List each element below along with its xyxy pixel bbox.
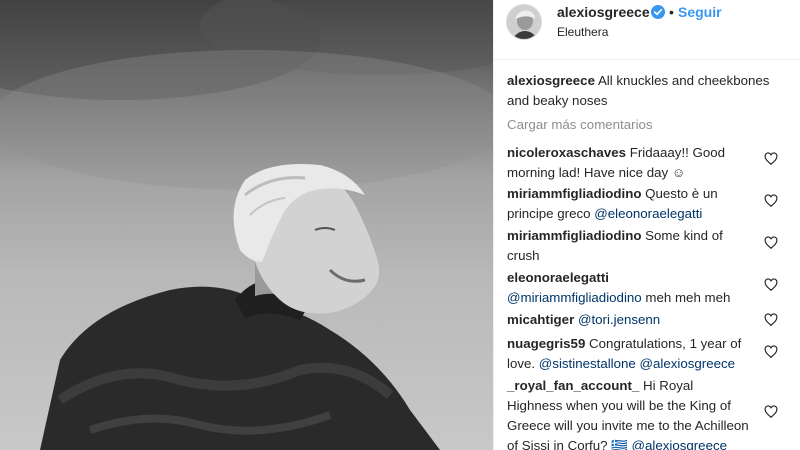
comment-item: eleonoraelegatti @miriammfigliadiodino m… xyxy=(507,268,752,308)
author-username[interactable]: alexiosgreece xyxy=(557,4,650,20)
comment-item: miriammfigliadiodino Some kind of crush xyxy=(507,226,752,266)
heart-outline-icon[interactable] xyxy=(764,152,778,166)
header-separator: • xyxy=(669,4,674,20)
heart-outline-icon[interactable] xyxy=(764,405,778,419)
comment-username[interactable]: nuagegris59 xyxy=(507,336,585,351)
comment-username[interactable]: nicoleroxaschaves xyxy=(507,145,626,160)
post-header: alexiosgreece • Seguir Eleuthera xyxy=(494,0,800,60)
verified-badge-icon xyxy=(651,5,665,19)
avatar-image xyxy=(507,5,541,39)
comment-mention[interactable]: @miriammfigliadiodino xyxy=(507,290,642,305)
follow-button[interactable]: Seguir xyxy=(678,4,722,20)
heart-outline-icon[interactable] xyxy=(764,236,778,250)
heart-outline-icon[interactable] xyxy=(764,278,778,292)
comment-text: meh meh meh xyxy=(645,290,731,305)
post-sidebar: alexiosgreece • Seguir Eleuthera alexios… xyxy=(493,0,800,450)
heart-outline-icon[interactable] xyxy=(764,345,778,359)
comment-item: nuagegris59 Congratulations, 1 year of l… xyxy=(507,334,752,374)
comment-username[interactable]: _royal_fan_account_ xyxy=(507,378,639,393)
comment-mention[interactable]: @tori.jensenn xyxy=(578,312,660,327)
comment-item: micahtiger @tori.jensenn xyxy=(507,310,752,330)
caption-username[interactable]: alexiosgreece xyxy=(507,73,595,88)
heart-outline-icon[interactable] xyxy=(764,194,778,208)
comment-item: nicoleroxaschaves Fridaaay!! Good mornin… xyxy=(507,143,752,183)
comment-username[interactable]: miriammfigliadiodino xyxy=(507,186,641,201)
post-photo-illustration xyxy=(0,0,493,450)
comment-item: miriammfigliadiodino Questo è un princip… xyxy=(507,184,752,224)
comment-mention[interactable]: @eleonoraelegatti xyxy=(594,206,702,221)
post-photo[interactable] xyxy=(0,0,493,450)
comment-username[interactable]: eleonoraelegatti xyxy=(507,270,609,285)
comment-mention[interactable]: @sistinestallone @alexiosgreece xyxy=(539,356,735,371)
heart-outline-icon[interactable] xyxy=(764,313,778,327)
post-caption: alexiosgreece All knuckles and cheekbone… xyxy=(507,71,777,111)
load-more-comments-button[interactable]: Cargar más comentarios xyxy=(507,117,653,132)
comment-item: _royal_fan_account_ Hi Royal Highness wh… xyxy=(507,376,752,450)
comment-username[interactable]: miriammfigliadiodino xyxy=(507,228,641,243)
avatar[interactable] xyxy=(506,4,542,40)
comment-mention[interactable]: @alexiosgreece xyxy=(631,438,727,450)
comment-username[interactable]: micahtiger xyxy=(507,312,574,327)
post-location[interactable]: Eleuthera xyxy=(557,25,608,39)
